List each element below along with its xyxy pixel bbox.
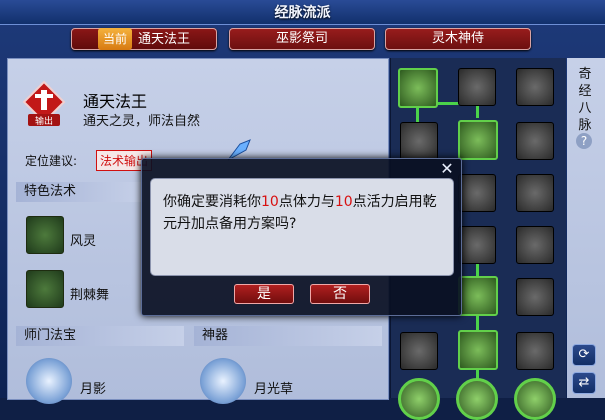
vitality-amount: 10 [334, 194, 353, 210]
lightning-node-icon[interactable] [516, 278, 554, 316]
root-node-icon[interactable] [514, 378, 556, 420]
class-emblem-icon: 输出 [22, 80, 66, 127]
meditation-node-icon[interactable] [398, 68, 438, 108]
trident-node-icon[interactable] [458, 226, 496, 264]
tornado-node-icon[interactable] [458, 68, 496, 106]
skill-label: 风灵 [70, 234, 97, 249]
stamina-amount: 10 [261, 194, 279, 210]
treasure-label: 月光草 [254, 382, 294, 397]
yes-button[interactable]: 是 [234, 284, 294, 304]
artifact-header: 神器 [194, 326, 382, 346]
msg-part: 点体力与 [278, 194, 335, 210]
face-node-icon[interactable] [516, 332, 554, 370]
swap-icon[interactable]: ⇄ [572, 372, 596, 394]
star-node-icon[interactable] [400, 332, 438, 370]
cube-node-icon[interactable] [458, 330, 498, 370]
meridian-window: 经脉流派 当前 通天法王 巫影祭司 灵木神侍 输出 通天法王 通天之灵，师法自然 … [0, 0, 605, 420]
claw-node-icon[interactable] [516, 122, 554, 160]
moonlight-grass-icon[interactable] [200, 358, 246, 404]
msg-part: 你确定要消耗你 [163, 194, 261, 210]
emblem-caption: 输出 [35, 115, 53, 127]
slash-node-icon[interactable] [516, 174, 554, 212]
wheel-node-icon[interactable] [458, 276, 498, 316]
moon-shadow-icon[interactable] [26, 358, 72, 404]
heart-node-icon[interactable] [516, 68, 554, 106]
current-badge: 当前 [97, 28, 132, 50]
no-button[interactable]: 否 [310, 284, 370, 304]
wind-node-icon[interactable] [458, 174, 496, 212]
sect-treasure-header: 师门法宝 [16, 326, 184, 346]
tab-label: 灵木神侍 [431, 31, 484, 46]
refresh-icon[interactable]: ⟳ [572, 344, 596, 366]
class-description: 通天之灵，师法自然 [83, 114, 201, 129]
tab-label: 通天法王 [138, 32, 191, 47]
dialog-message-box: 你确定要消耗你10点体力与10点活力启用乾元丹加点备用方案吗? [150, 178, 454, 276]
qijing-bamai-label: 奇经八脉 [578, 67, 592, 133]
help-icon[interactable]: ? [576, 133, 592, 149]
window-title: 经脉流派 [274, 5, 331, 21]
vine-node-icon[interactable] [458, 120, 498, 160]
fist-node-icon[interactable] [516, 226, 554, 264]
dialog-message: 你确定要消耗你10点体力与10点活力启用乾元丹加点备用方案吗? [163, 191, 445, 235]
close-icon[interactable]: ✕ [438, 160, 456, 178]
tab-label: 巫影祭司 [275, 31, 328, 46]
root-node-icon[interactable] [456, 378, 498, 420]
position-label: 定位建议: [25, 154, 78, 168]
burst-node-icon[interactable] [400, 122, 438, 160]
skill-label: 荆棘舞 [70, 288, 110, 303]
whirlwind-icon[interactable] [26, 216, 64, 254]
class-name: 通天法王 [83, 92, 148, 111]
title-bar: 经脉流派 [0, 0, 605, 25]
tab-tongtian[interactable]: 当前 通天法王 [71, 28, 217, 50]
tab-wuying[interactable]: 巫影祭司 [229, 28, 375, 50]
special-spells-header: 特色法术 [16, 182, 144, 202]
treasure-label: 月影 [80, 382, 107, 397]
thorn-dance-icon[interactable] [26, 270, 64, 308]
root-node-icon[interactable] [398, 378, 440, 420]
tab-lingmu[interactable]: 灵木神侍 [385, 28, 531, 50]
